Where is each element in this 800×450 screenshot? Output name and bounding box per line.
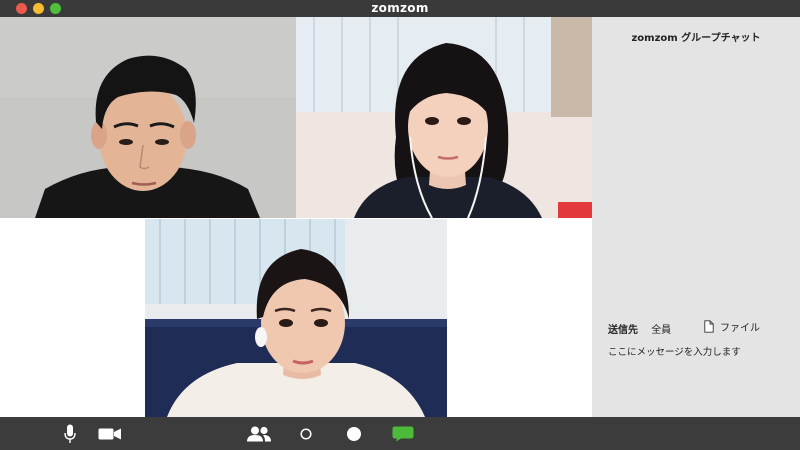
recipient-selector[interactable]: 送信先 全員 (608, 321, 671, 336)
participants-icon (247, 426, 271, 441)
message-input[interactable] (606, 344, 790, 360)
file-icon (704, 320, 714, 333)
video-camera-icon (98, 428, 121, 439)
participant-1-image (0, 17, 296, 218)
chat-icon (392, 426, 414, 441)
file-button[interactable]: ファイル (704, 319, 760, 334)
chat-title: zomzom グループチャット (631, 33, 761, 44)
participant-2-image (296, 17, 592, 218)
participant-video-1[interactable] (0, 17, 296, 218)
video-button[interactable] (96, 417, 124, 450)
record-icon (300, 427, 312, 440)
participant-3-image (145, 219, 447, 417)
microphone-icon (64, 424, 76, 443)
participant-video-2[interactable] (296, 17, 592, 218)
microphone-button[interactable] (60, 417, 80, 450)
record-button[interactable] (298, 417, 314, 450)
recipient-label: 送信先 (608, 325, 638, 336)
participants-button[interactable] (244, 417, 274, 450)
video-grid (0, 17, 592, 417)
screen-share-icon (347, 426, 361, 441)
recipient-value[interactable]: 全員 (651, 325, 671, 336)
screen-share-button[interactable] (344, 417, 364, 450)
app-title: zomzom (371, 1, 429, 15)
bottom-toolbar (0, 417, 800, 450)
title-bar: zomzom (0, 0, 800, 17)
file-label: ファイル (720, 323, 760, 334)
participant-video-3[interactable] (145, 219, 447, 417)
chat-panel: zomzom グループチャット 送信先 全員 ファイル (592, 17, 800, 417)
chat-button[interactable] (390, 417, 416, 450)
